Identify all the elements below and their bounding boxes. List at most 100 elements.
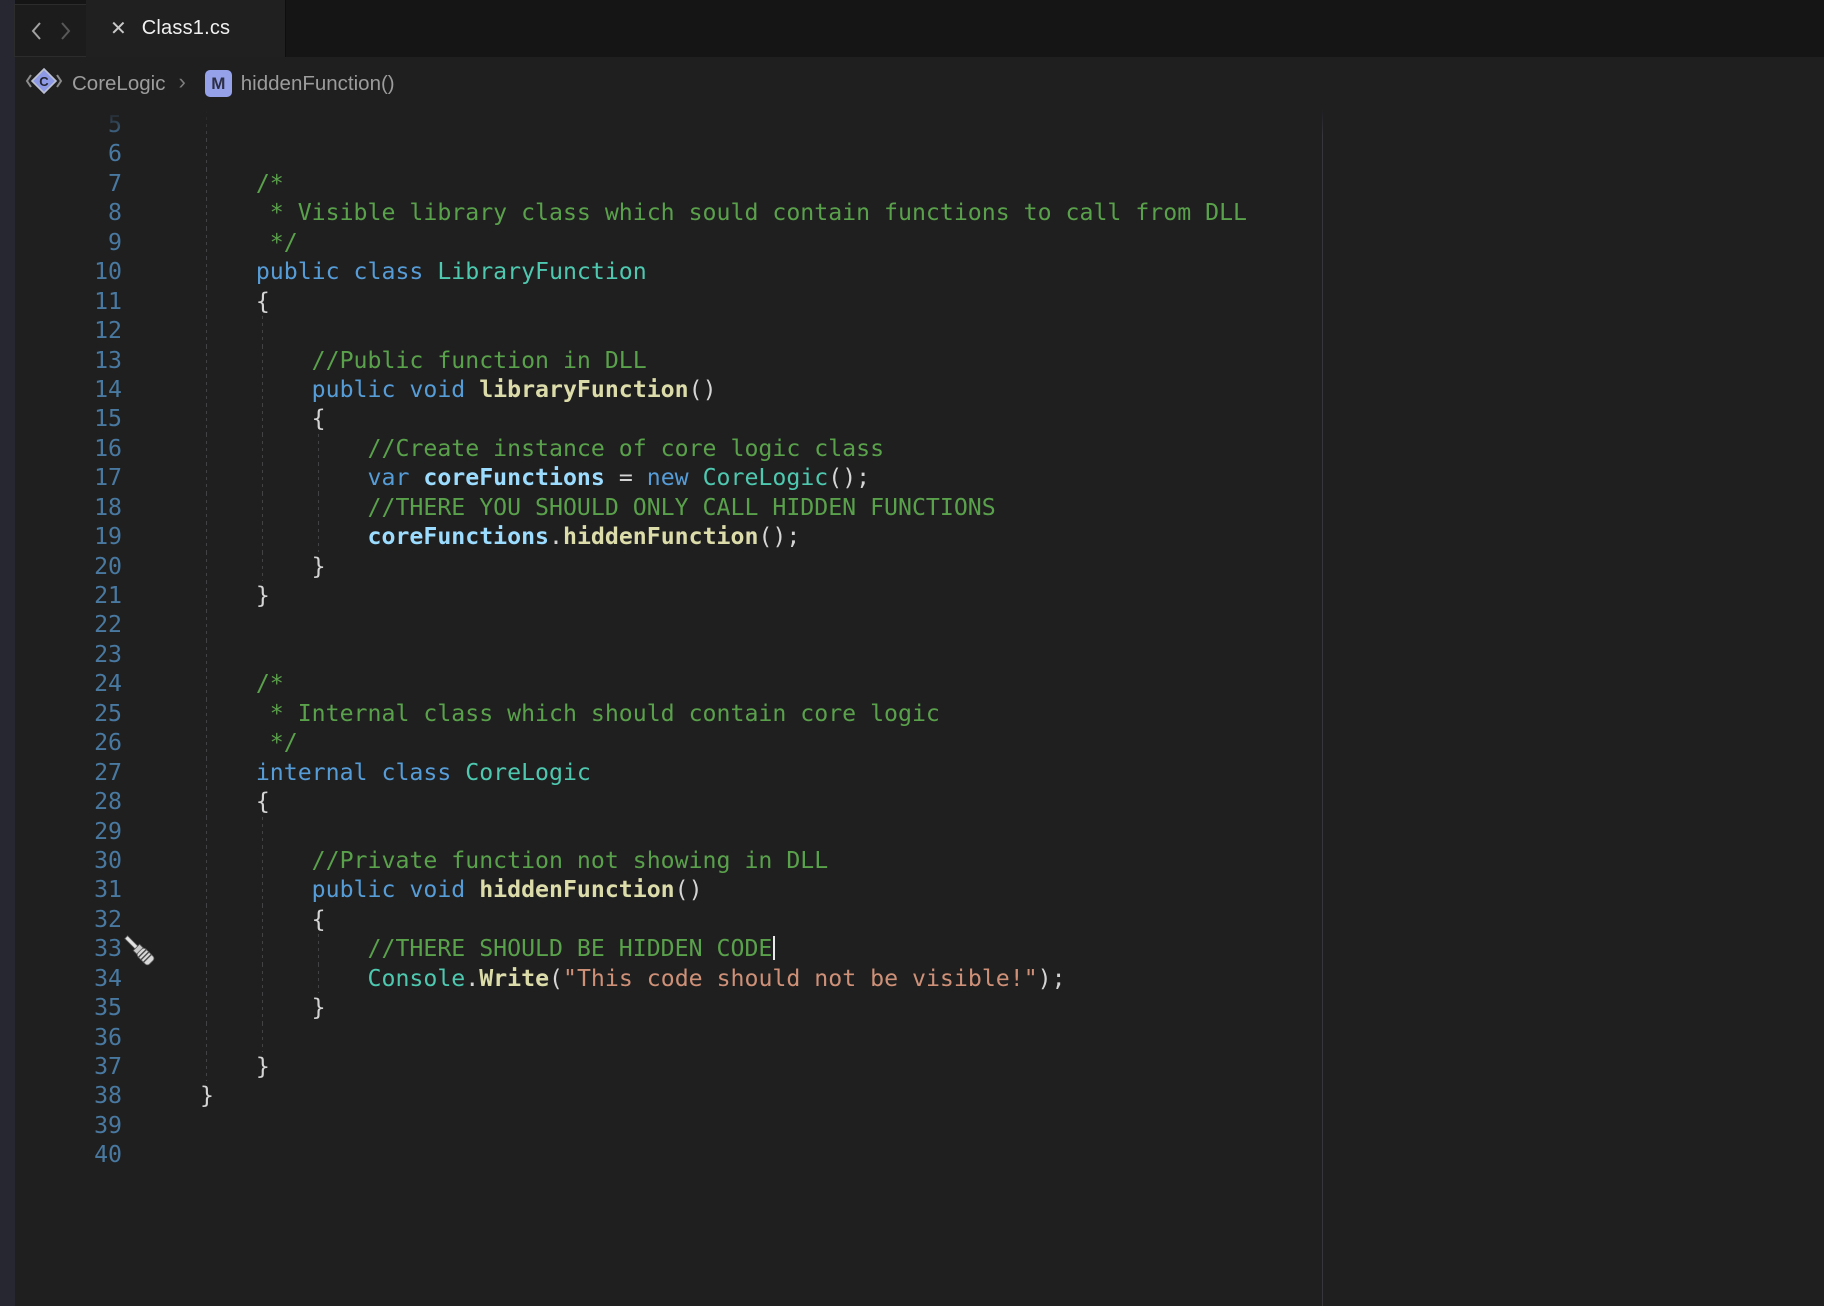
- code-line-15[interactable]: 15 {: [0, 404, 1824, 434]
- code-line-18[interactable]: 18 //THERE YOU SHOULD ONLY CALL HIDDEN F…: [0, 492, 1824, 523]
- line-number: 27: [94, 758, 122, 786]
- line-number: 33: [94, 935, 122, 963]
- svg-text:C: C: [39, 74, 49, 89]
- code-text: {: [311, 405, 326, 433]
- code-line-16[interactable]: 16 //Create instance of core logic class: [0, 433, 1824, 464]
- code-line-26[interactable]: 26 */: [0, 728, 1824, 758]
- code-text: public void libraryFunction(): [200, 375, 717, 403]
- line-number: 38: [94, 1082, 122, 1110]
- indent-guide: [318, 433, 319, 464]
- code-line-32[interactable]: 32 {: [0, 904, 1824, 935]
- line-number: 5: [108, 111, 122, 138]
- tab-close-icon[interactable]: ✕: [110, 19, 127, 39]
- code-line-31[interactable]: 31 public void hiddenFunction(): [0, 875, 1824, 905]
- code-text: }: [200, 1082, 214, 1110]
- indent-guide: [206, 404, 207, 434]
- code-editor[interactable]: 567 /* 8 * Visible library class which so…: [0, 110, 1824, 1306]
- code-text: coreFunctions.hiddenFunction();: [367, 523, 801, 551]
- breadcrumb: C CoreLogic › M hiddenFunction(): [15, 57, 1824, 110]
- editor-window: ✕ Class1.cs C CoreLogic › M hiddenFuncti…: [0, 0, 1824, 1306]
- code-line-35[interactable]: 35 }: [0, 993, 1824, 1023]
- indent-guide: [206, 1052, 207, 1082]
- line-number: 15: [94, 405, 122, 433]
- code-line-24[interactable]: 24 /*: [0, 669, 1824, 699]
- line-number: 11: [94, 287, 122, 315]
- code-line-13[interactable]: 13 //Public function in DLL: [0, 345, 1824, 375]
- code-line-38[interactable]: 38}: [0, 1081, 1824, 1110]
- indent-guide: [262, 963, 263, 994]
- code-text: /*: [200, 670, 284, 698]
- code-text: }: [200, 582, 270, 609]
- indent-guide: [206, 551, 207, 581]
- code-line-14[interactable]: 14 public void libraryFunction(): [0, 374, 1824, 405]
- code-line-27[interactable]: 27 internal class CoreLogic: [0, 757, 1824, 788]
- code-line-22[interactable]: 22: [0, 610, 1824, 640]
- back-button[interactable]: [30, 20, 43, 42]
- tab-class1-cs[interactable]: ✕ Class1.cs: [86, 0, 286, 57]
- code-line-23[interactable]: 23: [0, 639, 1824, 670]
- breadcrumb-method-name[interactable]: hiddenFunction(): [241, 72, 395, 96]
- code-line-36[interactable]: 36: [0, 1022, 1824, 1052]
- breadcrumb-separator-icon: ›: [178, 69, 186, 94]
- code-line-40[interactable]: 40: [0, 1140, 1824, 1169]
- code-text: * Visible library class which sould cont…: [200, 199, 1248, 227]
- line-number: 28: [94, 788, 122, 816]
- indent-guide: [206, 139, 207, 169]
- line-number: 18: [94, 493, 122, 521]
- code-line-5[interactable]: 5: [0, 110, 1824, 140]
- line-number: 13: [94, 346, 122, 374]
- code-line-10[interactable]: 10 public class LibraryFunction: [0, 257, 1824, 287]
- code-text: Console.Write("This code should not be v…: [367, 964, 1066, 992]
- code-line-25[interactable]: 25 * Internal class which should contain…: [0, 698, 1824, 729]
- code-line-28[interactable]: 28 {: [0, 787, 1824, 817]
- breadcrumb-class-name[interactable]: CoreLogic: [72, 72, 165, 96]
- code-line-21[interactable]: 21 }: [0, 581, 1824, 611]
- code-line-17[interactable]: 17 var coreFunctions = new CoreLogic();: [0, 463, 1824, 493]
- code-line-9[interactable]: 9 */: [0, 227, 1824, 258]
- indent-guide: [206, 168, 207, 199]
- forward-button[interactable]: [59, 20, 72, 42]
- code-line-12[interactable]: 12: [0, 316, 1824, 346]
- code-text: //THERE YOU SHOULD ONLY CALL HIDDEN FUNC…: [200, 493, 996, 521]
- indent-guide: [262, 374, 263, 405]
- indent-guide: [262, 551, 263, 581]
- indent-guide: [206, 993, 207, 1023]
- code-line-20[interactable]: 20 }: [0, 551, 1824, 581]
- code-line-29[interactable]: 29: [0, 816, 1824, 846]
- code-line-37[interactable]: 37 }: [0, 1052, 1824, 1082]
- line-number: 6: [108, 140, 122, 168]
- code-line-30[interactable]: 30 //Private function not showing in DLL: [0, 845, 1824, 876]
- line-number: 21: [94, 582, 122, 609]
- code-line-6[interactable]: 6: [0, 139, 1824, 169]
- indent-guide: [206, 816, 207, 846]
- code-text: {: [311, 905, 326, 933]
- code-text: //Public function in DLL: [200, 346, 647, 374]
- line-number: 7: [108, 169, 122, 197]
- code-line-19[interactable]: 19 coreFunctions.hiddenFunction();: [0, 522, 1824, 552]
- code-line-33[interactable]: 33 //THERE SHOULD BE HIDDEN CODE: [0, 934, 1824, 966]
- code-text: public class LibraryFunction: [200, 258, 647, 286]
- indent-guide: [206, 845, 207, 876]
- indent-guide: [206, 610, 207, 640]
- indent-guide: [206, 286, 207, 317]
- indent-guide: [318, 963, 319, 994]
- indent-guide: [206, 904, 207, 935]
- code-line-11[interactable]: 11 {: [0, 286, 1824, 317]
- code-text: {: [200, 788, 270, 816]
- indent-guide: [206, 110, 207, 140]
- indent-guide: [206, 757, 207, 788]
- indent-guide: [206, 227, 207, 258]
- code-text: }: [311, 552, 326, 580]
- code-line-34[interactable]: 34 Console.Write("This code should not b…: [0, 963, 1824, 994]
- code-line-39[interactable]: 39: [0, 1111, 1824, 1140]
- line-number: 40: [94, 1141, 122, 1169]
- indent-guide: [262, 1022, 263, 1052]
- code-line-7[interactable]: 7 /*: [0, 168, 1824, 199]
- indent-guide: [262, 433, 263, 464]
- code-line-8[interactable]: 8 * Visible library class which sould co…: [0, 198, 1824, 228]
